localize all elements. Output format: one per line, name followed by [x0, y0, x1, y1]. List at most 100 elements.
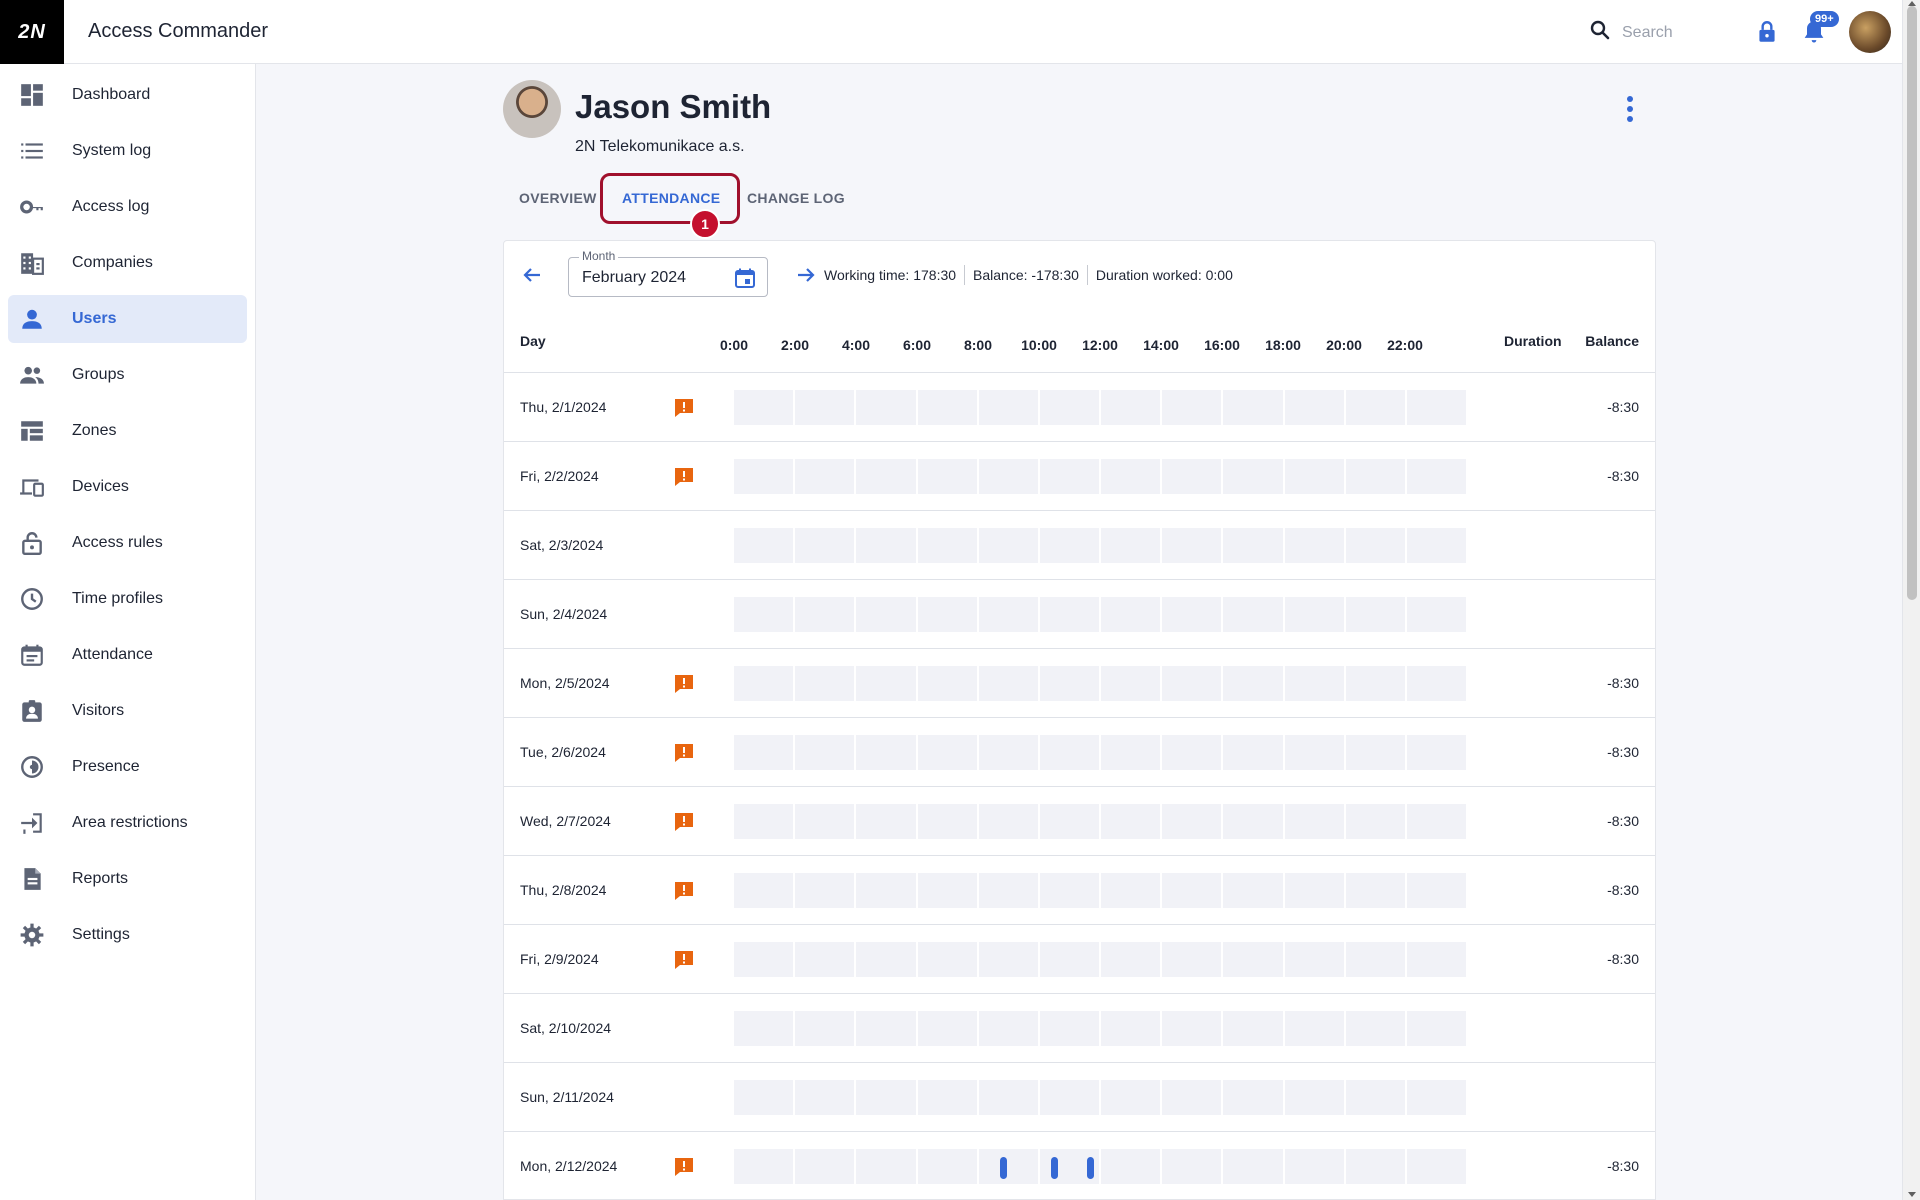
timeline-slot	[795, 804, 855, 839]
tab-overview[interactable]: OVERVIEW	[519, 190, 597, 206]
row-day: Tue, 2/6/2024	[520, 744, 606, 760]
sidebar-item-users[interactable]: Users	[8, 295, 247, 343]
table-row[interactable]: Mon, 2/5/2024 -8:30	[504, 649, 1655, 718]
warning-icon[interactable]	[673, 673, 695, 695]
row-day: Wed, 2/7/2024	[520, 813, 611, 829]
user-avatar[interactable]	[1849, 11, 1891, 53]
sidebar-item-attendance[interactable]: Attendance	[8, 631, 247, 679]
day-timeline[interactable]	[734, 528, 1467, 563]
day-timeline[interactable]	[734, 735, 1467, 770]
sidebar-item-access-log[interactable]: Access log	[8, 183, 247, 231]
day-timeline[interactable]	[734, 804, 1467, 839]
table-row[interactable]: Thu, 2/1/2024 -8:30	[504, 373, 1655, 442]
table-row[interactable]: Sat, 2/3/2024	[504, 511, 1655, 580]
calendar-icon[interactable]	[733, 266, 757, 290]
app-logo[interactable]: 2N	[0, 0, 64, 64]
hour-label: 22:00	[1387, 337, 1423, 353]
page-scrollbar[interactable]	[1902, 0, 1920, 1200]
scrollbar-thumb[interactable]	[1907, 6, 1917, 600]
sidebar-item-presence[interactable]: Presence	[8, 743, 247, 791]
working-time: Working time: 178:30	[824, 267, 957, 283]
day-timeline[interactable]	[734, 1149, 1467, 1184]
day-timeline[interactable]	[734, 873, 1467, 908]
timeline-slot	[734, 528, 794, 563]
timeline-slot	[1223, 390, 1283, 425]
access-event-marker[interactable]	[1086, 1157, 1094, 1179]
day-timeline[interactable]	[734, 1080, 1467, 1115]
table-row[interactable]: Thu, 2/8/2024 -8:30	[504, 856, 1655, 925]
sidebar-item-companies[interactable]: Companies	[8, 239, 247, 287]
sidebar-item-time-profiles[interactable]: Time profiles	[8, 575, 247, 623]
tab-change-log[interactable]: CHANGE LOG	[747, 190, 845, 206]
sidebar-item-reports[interactable]: Reports	[8, 855, 247, 903]
day-timeline[interactable]	[734, 390, 1467, 425]
sidebar-item-visitors[interactable]: Visitors	[8, 687, 247, 735]
timeline-slot	[795, 942, 855, 977]
month-picker-value[interactable]: February 2024	[582, 269, 686, 287]
sidebar-item-settings[interactable]: Settings	[8, 911, 247, 959]
row-day: Fri, 2/2/2024	[520, 468, 599, 484]
hour-label: 4:00	[841, 337, 871, 353]
search-input[interactable]	[1622, 23, 1742, 42]
sidebar-item-access-rules[interactable]: Access rules	[8, 519, 247, 567]
table-row[interactable]: Sun, 2/11/2024	[504, 1063, 1655, 1132]
timeline-slot	[1101, 873, 1161, 908]
timeline-slot	[1223, 459, 1283, 494]
warning-icon[interactable]	[673, 466, 695, 488]
timeline-slot	[1406, 459, 1467, 494]
warning-icon[interactable]	[673, 880, 695, 902]
sidebar-item-system-log[interactable]: System log	[8, 127, 247, 175]
sidebar-item-dashboard[interactable]: Dashboard	[8, 71, 247, 119]
day-timeline[interactable]	[734, 942, 1467, 977]
lock-icon[interactable]	[1754, 18, 1780, 46]
month-picker[interactable]: Month February 2024	[568, 249, 768, 297]
timeline-slot	[1345, 390, 1405, 425]
timeline-slot	[978, 390, 1038, 425]
table-row[interactable]: Sun, 2/4/2024	[504, 580, 1655, 649]
table-row[interactable]: Wed, 2/7/2024 -8:30	[504, 787, 1655, 856]
timeline-slot	[1223, 1080, 1283, 1115]
previous-month-arrow-icon[interactable]	[520, 263, 544, 287]
warning-icon[interactable]	[673, 811, 695, 833]
more-options-icon[interactable]	[1620, 96, 1640, 122]
day-timeline[interactable]	[734, 666, 1467, 701]
timeline-slot	[917, 873, 977, 908]
lock-open-icon	[18, 531, 46, 556]
sidebar-item-area-restrictions[interactable]: Area restrictions	[8, 799, 247, 847]
sidebar-item-zones[interactable]: Zones	[8, 407, 247, 455]
sidebar-item-devices[interactable]: Devices	[8, 463, 247, 511]
timeline-slot	[917, 528, 977, 563]
timeline-slot	[1406, 942, 1467, 977]
table-row[interactable]: Fri, 2/9/2024 -8:30	[504, 925, 1655, 994]
timeline-slot	[734, 804, 794, 839]
table-row[interactable]: Sat, 2/10/2024	[504, 994, 1655, 1063]
day-timeline[interactable]	[734, 459, 1467, 494]
table-row[interactable]: Fri, 2/2/2024 -8:30	[504, 442, 1655, 511]
timeline-slot	[1406, 1011, 1467, 1046]
next-month-arrow-icon[interactable]	[794, 263, 818, 287]
timeline-slot	[856, 597, 916, 632]
warning-icon[interactable]	[673, 949, 695, 971]
warning-icon[interactable]	[673, 397, 695, 419]
timeline-slot	[795, 873, 855, 908]
access-event-marker[interactable]	[1051, 1157, 1059, 1179]
scroll-down-arrow-icon[interactable]	[1908, 1192, 1916, 1197]
sidebar-item-groups[interactable]: Groups	[8, 351, 247, 399]
timeline-slot	[1284, 1149, 1344, 1184]
timeline-slot	[1162, 1011, 1222, 1046]
timeline-slot	[1101, 666, 1161, 701]
day-timeline[interactable]	[734, 597, 1467, 632]
day-timeline[interactable]	[734, 1011, 1467, 1046]
timeline-slot	[1101, 735, 1161, 770]
table-row[interactable]: Tue, 2/6/2024 -8:30	[504, 718, 1655, 787]
timeline-slot	[1162, 666, 1222, 701]
timeline-slot	[856, 1149, 916, 1184]
warning-icon[interactable]	[673, 742, 695, 764]
search-icon[interactable]	[1588, 18, 1612, 47]
hour-label: 20:00	[1326, 337, 1362, 353]
table-row[interactable]: Mon, 2/12/2024 -8:30	[504, 1132, 1655, 1200]
timeline-slot	[1284, 942, 1344, 977]
access-event-marker[interactable]	[1000, 1157, 1008, 1179]
warning-icon[interactable]	[673, 1156, 695, 1178]
page-title: Jason Smith	[575, 88, 772, 125]
